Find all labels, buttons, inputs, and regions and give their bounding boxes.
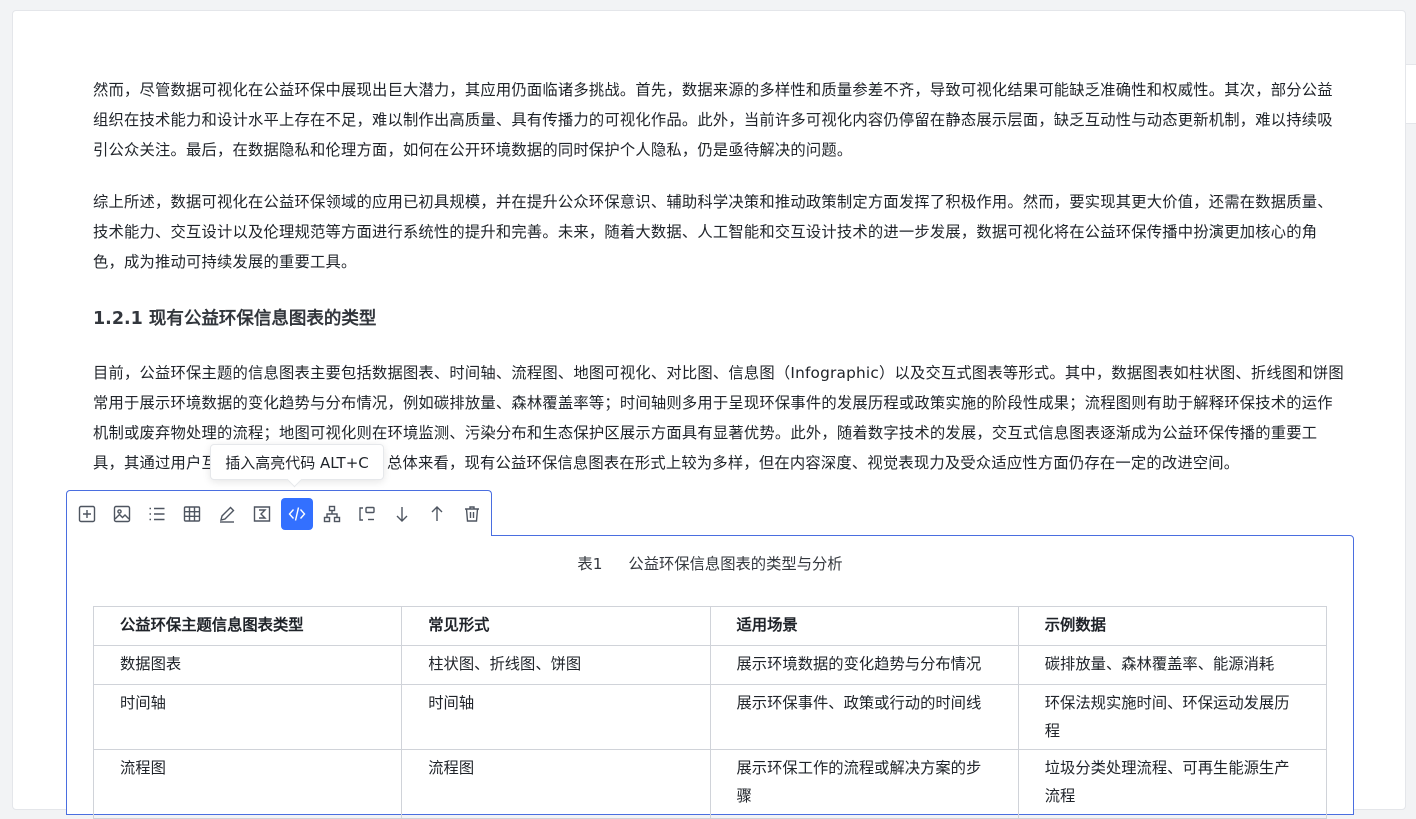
line-start: 具，其通过用户互 xyxy=(93,454,217,472)
paragraph-line: 色，成为推动可持续发展的重要工具。 xyxy=(93,253,357,271)
caption-title: 公益环保信息图表的类型与分析 xyxy=(628,555,843,573)
table-header-cell[interactable]: 示例数据 xyxy=(1017,606,1328,646)
hierarchy-icon xyxy=(323,505,340,522)
arrow-down-icon xyxy=(396,506,408,522)
code-icon xyxy=(288,506,306,521)
table-header-cell[interactable]: 适用场景 xyxy=(709,606,1019,646)
paragraph-line: 技术能力、交互设计以及伦理规范等方面进行系统性的提升和完善。未来，随着大数据、人… xyxy=(93,223,1318,241)
formula-icon xyxy=(253,505,270,522)
paragraph-line: 然而，尽管数据可视化在公益环保中展现出巨大潜力，其应用仍面临诸多挑战。首先，数据… xyxy=(93,81,1333,99)
caption-number: 表1 xyxy=(577,555,603,573)
table-row: 时间轴 时间轴 展示环保事件、政策或行动的时间线 环保法规实施时间、环保运动发展… xyxy=(92,684,1328,750)
insert-code-button[interactable] xyxy=(281,497,313,530)
paragraph-summary: 综上所述，数据可视化在公益环保领域的应用已初具规模，并在提升公众环保意识、辅助科… xyxy=(93,187,1337,277)
move-up-button[interactable] xyxy=(421,498,453,530)
insert-image-button[interactable] xyxy=(106,498,138,530)
block-toolbar xyxy=(66,490,492,536)
table-header-cell[interactable]: 公益环保主题信息图表类型 xyxy=(92,606,403,646)
table-row: 流程图 流程图 展示环保工作的流程或解决方案的步骤 垃圾分类处理流程、可再生能源… xyxy=(92,749,1328,819)
paragraph-line: 目前，公益环保主题的信息图表主要包括数据图表、时间轴、流程图、地图可视化、对比图… xyxy=(93,364,1344,382)
table-cell[interactable]: 柱状图、折线图、饼图 xyxy=(401,645,711,685)
table-caption: 表1 公益环保信息图表的类型与分析 xyxy=(67,552,1353,574)
chart-types-table: 公益环保主题信息图表类型 常见形式 适用场景 示例数据 数据图表 柱状图、折线图… xyxy=(92,606,1328,819)
insert-list-button[interactable] xyxy=(141,498,173,530)
paragraph-line: 组织在技术能力和设计水平上存在不足，难以制作出高质量、具有传播力的可视化作品。此… xyxy=(93,111,1333,129)
line-end: 播效果。总体来看，现有公益环保信息图表在形式上较为多样，但在内容深度、视觉表现力… xyxy=(324,454,1240,472)
list-icon xyxy=(149,507,165,520)
delete-block-button[interactable] xyxy=(456,498,488,530)
arrow-up-icon xyxy=(431,505,443,521)
draw-button[interactable] xyxy=(211,498,243,530)
flow-icon xyxy=(359,506,375,521)
table-cell[interactable]: 数据图表 xyxy=(92,645,403,685)
table-cell[interactable]: 时间轴 xyxy=(401,684,711,750)
paragraph-line: 综上所述，数据可视化在公益环保领域的应用已初具规模，并在提升公众环保意识、辅助科… xyxy=(93,193,1333,211)
add-block-button[interactable] xyxy=(71,498,103,530)
move-down-button[interactable] xyxy=(386,498,418,530)
section-heading: 1.2.1 现有公益环保信息图表的类型 xyxy=(93,309,377,329)
add-block-icon xyxy=(78,505,95,522)
table-cell[interactable]: 展示环保工作的流程或解决方案的步骤 xyxy=(709,749,1019,819)
table-cell[interactable]: 流程图 xyxy=(92,749,403,819)
paragraph-challenges: 然而，尽管数据可视化在公益环保中展现出巨大潜力，其应用仍面临诸多挑战。首先，数据… xyxy=(93,75,1337,165)
insert-hierarchy-button[interactable] xyxy=(316,498,348,530)
insert-code-tooltip: 插入高亮代码 ALT+C xyxy=(210,444,384,480)
table-header-row: 公益环保主题信息图表类型 常见形式 适用场景 示例数据 xyxy=(92,606,1328,646)
table-cell[interactable]: 环保法规实施时间、环保运动发展历程 xyxy=(1017,684,1328,750)
table-icon xyxy=(183,505,200,522)
table-cell[interactable]: 碳排放量、森林覆盖率、能源消耗 xyxy=(1017,645,1328,685)
table-cell[interactable]: 展示环保事件、政策或行动的时间线 xyxy=(709,684,1019,750)
insert-table-button[interactable] xyxy=(176,498,208,530)
trash-icon xyxy=(464,505,479,522)
paragraph-line: 常用于展示环境数据的变化趋势与分布情况，例如碳排放量、森林覆盖率等；时间轴则多用… xyxy=(93,394,1333,412)
table-header-cell[interactable]: 常见形式 xyxy=(401,606,711,646)
side-panel-edge xyxy=(1406,64,1416,124)
table-cell[interactable]: 垃圾分类处理流程、可再生能源生产流程 xyxy=(1017,749,1328,819)
table-block[interactable]: 表1 公益环保信息图表的类型与分析 公益环保主题信息图表类型 常见形式 适用场景 … xyxy=(66,535,1354,819)
insert-formula-button[interactable] xyxy=(246,498,278,530)
table-cell[interactable]: 流程图 xyxy=(401,749,711,819)
paragraph-line: 引公众关注。最后，在数据隐私和伦理方面，如何在公开环境数据的同时保护个人隐私，仍… xyxy=(93,141,853,159)
insert-flow-button[interactable] xyxy=(351,498,383,530)
table-row: 数据图表 柱状图、折线图、饼图 展示环境数据的变化趋势与分布情况 碳排放量、森林… xyxy=(92,645,1328,685)
image-icon xyxy=(113,505,130,522)
table-cell[interactable]: 展示环境数据的变化趋势与分布情况 xyxy=(709,645,1019,685)
table-cell[interactable]: 时间轴 xyxy=(92,684,403,750)
pen-icon xyxy=(219,506,235,523)
